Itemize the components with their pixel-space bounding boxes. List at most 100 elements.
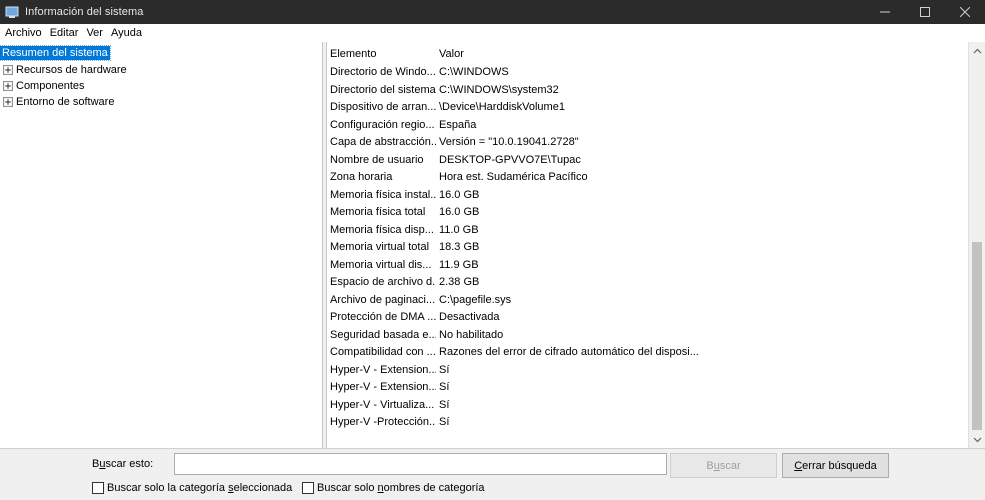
table-row[interactable]: Protección de DMA ... Desactivada	[327, 308, 968, 325]
scroll-down-button[interactable]	[969, 431, 985, 448]
checkbox-label: Buscar solo la categoría seleccionada	[107, 482, 292, 494]
scroll-up-button[interactable]	[969, 42, 985, 59]
cell-valor: C:\pagefile.sys	[439, 293, 512, 306]
cell-valor: No habilitado	[439, 328, 504, 341]
table-row[interactable]: Hyper-V - Extension... Sí	[327, 361, 968, 378]
table-row[interactable]: Archivo de paginaci... C:\pagefile.sys	[327, 291, 968, 308]
table-row[interactable]: Memoria virtual total 18.3 GB	[327, 238, 968, 255]
table-row[interactable]: Memoria física instal... 16.0 GB	[327, 186, 968, 203]
window-controls	[865, 0, 985, 24]
search-category-names-option[interactable]: Buscar solo nombres de categoría	[302, 482, 485, 494]
system-info-icon	[5, 6, 19, 18]
tree-item-componentes[interactable]: Componentes	[0, 78, 87, 93]
cell-elemento: Archivo de paginaci...	[330, 293, 436, 306]
cell-valor: Sí	[439, 415, 450, 428]
minimize-button[interactable]	[865, 0, 905, 24]
tree-item-label: Componentes	[16, 79, 85, 92]
search-category-names-checkbox[interactable]	[302, 482, 314, 494]
chevron-down-icon	[973, 437, 982, 442]
menu-bar: Archivo Editar Ver Ayuda	[0, 24, 985, 42]
table-row[interactable]: Hyper-V -Protección... Sí	[327, 413, 968, 430]
tree-item-recursos-de-hardware[interactable]: Recursos de hardware	[0, 62, 129, 77]
table-row[interactable]: Capa de abstracción... Versión = "10.0.19…	[327, 133, 968, 150]
tree-item-entorno-de-software[interactable]: Entorno de software	[0, 94, 116, 109]
table-row[interactable]: Espacio de archivo d... 2.38 GB	[327, 273, 968, 290]
cell-valor: 16.0 GB	[439, 205, 480, 218]
search-input[interactable]	[174, 453, 667, 475]
cell-elemento: Protección de DMA ...	[330, 310, 436, 323]
tree-item-label: Resumen del sistema	[0, 44, 111, 61]
table-row[interactable]: Compatibilidad con ... Razones del error …	[327, 343, 968, 360]
table-row[interactable]: Zona horaria Hora est. Sudamérica Pacífic…	[327, 168, 968, 185]
cell-elemento: Directorio de Windo...	[330, 65, 436, 78]
table-row[interactable]: Seguridad basada e... No habilitado	[327, 326, 968, 343]
plus-box-icon[interactable]	[3, 64, 13, 75]
cell-elemento: Hyper-V - Extension...	[330, 363, 436, 376]
chevron-up-icon	[973, 48, 982, 53]
cell-valor: C:\WINDOWS\system32	[439, 83, 559, 96]
tree-item-resumen-del-sistema[interactable]: Resumen del sistema	[0, 44, 111, 61]
cell-elemento: Seguridad basada e...	[330, 328, 436, 341]
menu-ayuda[interactable]: Ayuda	[108, 27, 145, 39]
column-header-valor[interactable]: Valor	[439, 48, 959, 60]
button-text: scar	[719, 459, 741, 472]
cell-elemento: Hyper-V - Extension...	[330, 380, 436, 393]
cell-elemento: Capa de abstracción...	[330, 135, 436, 148]
plus-box-icon[interactable]	[3, 96, 13, 107]
cell-valor: Desactivada	[439, 310, 500, 323]
search-selected-category-option[interactable]: Buscar solo la categoría seleccionada	[92, 482, 292, 494]
table-row[interactable]: Memoria virtual dis... 11.9 GB	[327, 256, 968, 273]
label-text: scar esto:	[105, 458, 154, 470]
cell-elemento: Nombre de usuario	[330, 153, 424, 166]
minimize-icon	[880, 11, 890, 13]
cell-elemento: Hyper-V - Virtualiza...	[330, 398, 435, 411]
cell-valor: 2.38 GB	[439, 275, 480, 288]
table-row[interactable]: Nombre de usuario DESKTOP-GPVVO7E\Tupac	[327, 151, 968, 168]
cell-valor: Sí	[439, 363, 450, 376]
cell-valor: Versión = "10.0.19041.2728"	[439, 135, 579, 148]
scroll-thumb[interactable]	[972, 242, 982, 430]
search-label: Buscar esto:	[92, 458, 153, 470]
table-row[interactable]: Hyper-V - Virtualiza... Sí	[327, 396, 968, 413]
table-row[interactable]: Hyper-V - Extension... Sí	[327, 378, 968, 395]
search-selected-category-checkbox[interactable]	[92, 482, 104, 494]
table-row[interactable]: Directorio de Windo... C:\WINDOWS	[327, 63, 968, 80]
category-tree: Resumen del sistema Recursos de hardware…	[0, 42, 323, 448]
list-header: Elemento Valor	[327, 45, 968, 62]
table-row[interactable]: Configuración regio... España	[327, 116, 968, 133]
cell-elemento: Memoria física instal...	[330, 188, 436, 201]
maximize-button[interactable]	[905, 0, 945, 24]
cell-valor: Sí	[439, 398, 450, 411]
checkbox-label: Buscar solo nombres de categoría	[317, 482, 485, 494]
cell-valor: Razones del error de cifrado automático …	[439, 345, 699, 358]
table-row[interactable]: Memoria física disp... 11.0 GB	[327, 221, 968, 238]
cell-elemento: Compatibilidad con ...	[330, 345, 436, 358]
table-row[interactable]: Directorio del sistema C:\WINDOWS\system3…	[327, 81, 968, 98]
title-bar: Información del sistema	[0, 0, 985, 24]
cell-valor: 11.0 GB	[439, 223, 479, 236]
menu-editar[interactable]: Editar	[47, 27, 82, 39]
menu-ver[interactable]: Ver	[83, 27, 106, 39]
cell-valor: Sí	[439, 380, 450, 393]
table-row[interactable]: Memoria física total 16.0 GB	[327, 203, 968, 220]
cell-valor: 16.0 GB	[439, 188, 480, 201]
cell-elemento: Hyper-V -Protección...	[330, 415, 436, 428]
cell-valor: España	[439, 118, 477, 131]
cell-elemento: Configuración regio...	[330, 118, 435, 131]
close-search-button[interactable]: Cerrar búsqueda	[782, 453, 889, 478]
details-list: Elemento Valor Directorio de Windo... C:\…	[327, 42, 968, 448]
column-header-elemento[interactable]: Elemento	[330, 48, 436, 60]
tree-item-label: Recursos de hardware	[16, 63, 127, 76]
plus-box-icon[interactable]	[3, 80, 13, 91]
table-row[interactable]: Dispositivo de arran... \Device\HarddiskV…	[327, 98, 968, 115]
menu-archivo[interactable]: Archivo	[2, 27, 45, 39]
cell-elemento: Memoria física disp...	[330, 223, 434, 236]
cell-valor: Hora est. Sudamérica Pacífico	[439, 170, 588, 183]
vertical-scrollbar[interactable]	[968, 42, 985, 448]
find-button[interactable]: Bu scar	[670, 453, 777, 478]
cell-elemento: Memoria virtual dis...	[330, 258, 432, 271]
cell-valor: \Device\HarddiskVolume1	[439, 100, 565, 113]
cell-valor: C:\WINDOWS	[439, 65, 509, 78]
close-button[interactable]	[945, 0, 985, 24]
cell-elemento: Memoria virtual total	[330, 240, 430, 253]
